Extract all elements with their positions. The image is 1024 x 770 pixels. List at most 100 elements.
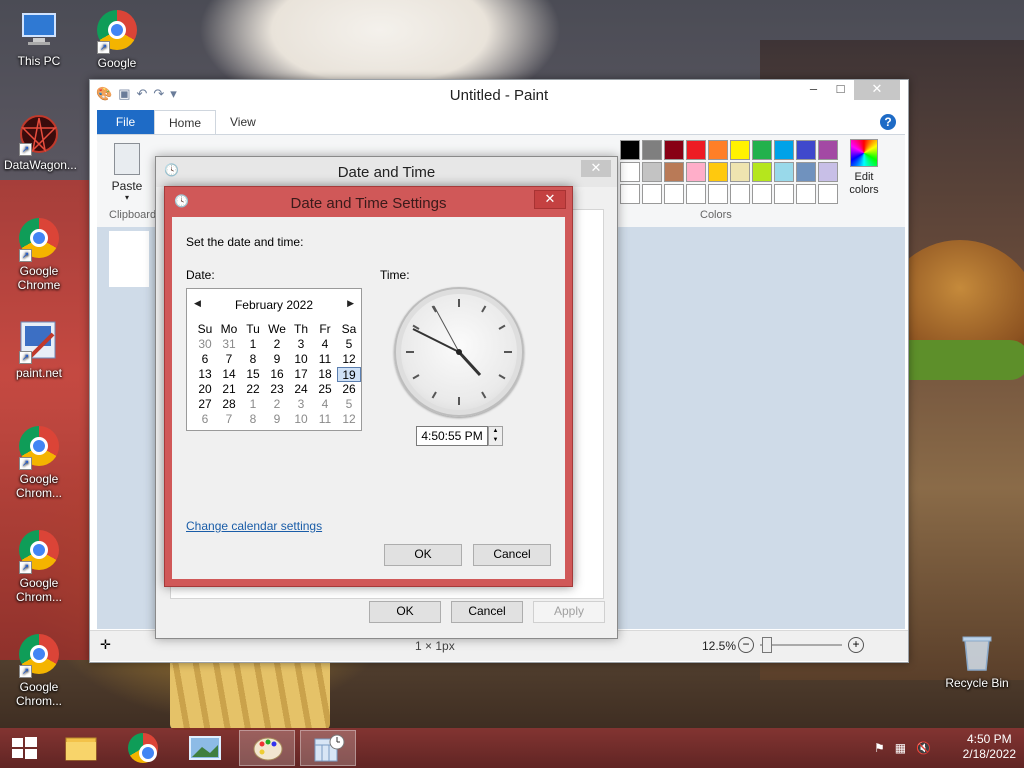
color-swatch[interactable]	[730, 140, 750, 160]
calendar-day[interactable]: 7	[217, 352, 241, 367]
desktop-icon-google-chrome[interactable]: ↗ Google Chrome	[82, 8, 152, 70]
calendar-day[interactable]: 11	[313, 412, 337, 427]
calendar-day[interactable]: 8	[241, 412, 265, 427]
color-swatch[interactable]	[752, 184, 772, 204]
calendar-day[interactable]: 8	[241, 352, 265, 367]
calendar-day[interactable]: 9	[265, 352, 289, 367]
calendar-day[interactable]: 28	[217, 397, 241, 412]
color-swatch[interactable]	[774, 184, 794, 204]
desktop-icon-datawagon[interactable]: ↗ DataWagon...	[4, 112, 77, 172]
cancel-button[interactable]: Cancel	[473, 544, 551, 566]
color-swatch[interactable]	[642, 140, 662, 160]
color-swatch[interactable]	[708, 184, 728, 204]
calendar-day[interactable]: 24	[289, 382, 313, 397]
desktop-icon-paint-net[interactable]: ↗ paint.net	[4, 320, 74, 380]
zoom-out-button[interactable]: −	[738, 637, 754, 653]
calendar-day[interactable]: 27	[193, 397, 217, 412]
calendar-day[interactable]: 13	[193, 367, 217, 382]
calendar-day[interactable]: 16	[265, 367, 289, 382]
calendar-day[interactable]: 12	[337, 412, 361, 427]
ok-button[interactable]: OK	[384, 544, 462, 566]
action-center-flag-icon[interactable]: ⚑	[874, 741, 885, 755]
edit-colors-button[interactable]: Edit colors	[841, 139, 887, 197]
color-swatch[interactable]	[730, 184, 750, 204]
calendar-day[interactable]: 2	[265, 397, 289, 412]
color-swatch[interactable]	[620, 184, 640, 204]
start-button[interactable]	[0, 730, 48, 766]
color-swatch[interactable]	[796, 184, 816, 204]
color-swatch[interactable]	[664, 184, 684, 204]
desktop-icon-google-chrome[interactable]: ↗ Google Chrom...	[4, 632, 74, 708]
maximize-button[interactable]: □	[827, 80, 854, 100]
desktop-icon-google-chrome[interactable]: ↗ Google Chrom...	[4, 528, 74, 604]
tab-file[interactable]: File	[97, 110, 154, 134]
calendar-day[interactable]: 12	[337, 352, 361, 367]
color-swatch[interactable]	[774, 162, 794, 182]
tab-home[interactable]: Home	[154, 110, 217, 134]
minimize-button[interactable]: –	[800, 80, 827, 100]
color-swatch[interactable]	[664, 162, 684, 182]
spin-up-icon[interactable]: ▲	[489, 427, 502, 436]
taskbar-date-time[interactable]	[300, 730, 356, 766]
desktop-icon-google-chrome[interactable]: ↗ Google Chrom...	[4, 424, 74, 500]
calendar-day[interactable]: 17	[289, 367, 313, 382]
calendar-day[interactable]: 30	[193, 337, 217, 352]
color-swatch[interactable]	[708, 162, 728, 182]
calendar-day[interactable]: 3	[289, 337, 313, 352]
tab-view[interactable]: View	[216, 110, 270, 134]
color-swatch[interactable]	[774, 140, 794, 160]
close-button[interactable]: ✕	[534, 190, 566, 209]
close-button[interactable]: ✕	[854, 80, 900, 100]
calendar-day[interactable]: 11	[313, 352, 337, 367]
color-swatch[interactable]	[686, 184, 706, 204]
color-swatch[interactable]	[642, 184, 662, 204]
calendar-day[interactable]: 15	[241, 367, 265, 382]
calendar-day[interactable]: 4	[313, 397, 337, 412]
next-month-arrow-icon[interactable]: ▶	[347, 298, 354, 309]
desktop-icon-google-chrome[interactable]: ↗ Google Chrome	[4, 216, 74, 292]
calendar-day[interactable]: 23	[265, 382, 289, 397]
calendar-day[interactable]: 22	[241, 382, 265, 397]
calendar-day[interactable]: 26	[337, 382, 361, 397]
color-swatch[interactable]	[796, 162, 816, 182]
taskbar-file-explorer[interactable]	[53, 730, 109, 766]
calendar-day[interactable]: 19	[337, 367, 361, 382]
zoom-in-button[interactable]: +	[848, 637, 864, 653]
ok-button[interactable]: OK	[369, 601, 441, 623]
network-icon[interactable]: ▦	[895, 741, 906, 755]
calendar-day[interactable]: 6	[193, 352, 217, 367]
calendar-day[interactable]: 6	[193, 412, 217, 427]
volume-muted-icon[interactable]: 🔇	[916, 741, 931, 755]
color-swatch[interactable]	[752, 140, 772, 160]
calendar-day[interactable]: 7	[217, 412, 241, 427]
color-swatch[interactable]	[620, 162, 640, 182]
calendar-day[interactable]: 14	[217, 367, 241, 382]
apply-button[interactable]: Apply	[533, 601, 605, 623]
paste-button[interactable]: Paste ▾	[107, 143, 147, 202]
calendar-day[interactable]: 18	[313, 367, 337, 382]
color-swatch[interactable]	[686, 162, 706, 182]
color-swatch[interactable]	[796, 140, 816, 160]
help-button[interactable]: ?	[880, 114, 896, 130]
calendar-day[interactable]: 10	[289, 352, 313, 367]
taskbar-clock[interactable]: 4:50 PM 2/18/2022	[963, 732, 1016, 762]
color-swatch[interactable]	[818, 162, 838, 182]
color-swatch[interactable]	[818, 184, 838, 204]
desktop-icon-this-pc[interactable]: This PC	[4, 8, 74, 68]
zoom-slider[interactable]	[760, 637, 842, 653]
color-swatch[interactable]	[664, 140, 684, 160]
calendar-day[interactable]: 31	[217, 337, 241, 352]
calendar-day[interactable]: 21	[217, 382, 241, 397]
calendar-day[interactable]: 1	[241, 397, 265, 412]
desktop-icon-recycle-bin[interactable]: Recycle Bin	[940, 630, 1014, 690]
time-spinner[interactable]: ▲ ▼	[488, 426, 503, 446]
calendar-day[interactable]: 2	[265, 337, 289, 352]
color-swatch[interactable]	[686, 140, 706, 160]
taskbar-chrome[interactable]	[115, 730, 171, 766]
color-swatch[interactable]	[818, 140, 838, 160]
calendar-day[interactable]: 5	[337, 337, 361, 352]
color-swatch[interactable]	[620, 140, 640, 160]
cancel-button[interactable]: Cancel	[451, 601, 523, 623]
calendar-day[interactable]: 3	[289, 397, 313, 412]
color-swatch[interactable]	[730, 162, 750, 182]
